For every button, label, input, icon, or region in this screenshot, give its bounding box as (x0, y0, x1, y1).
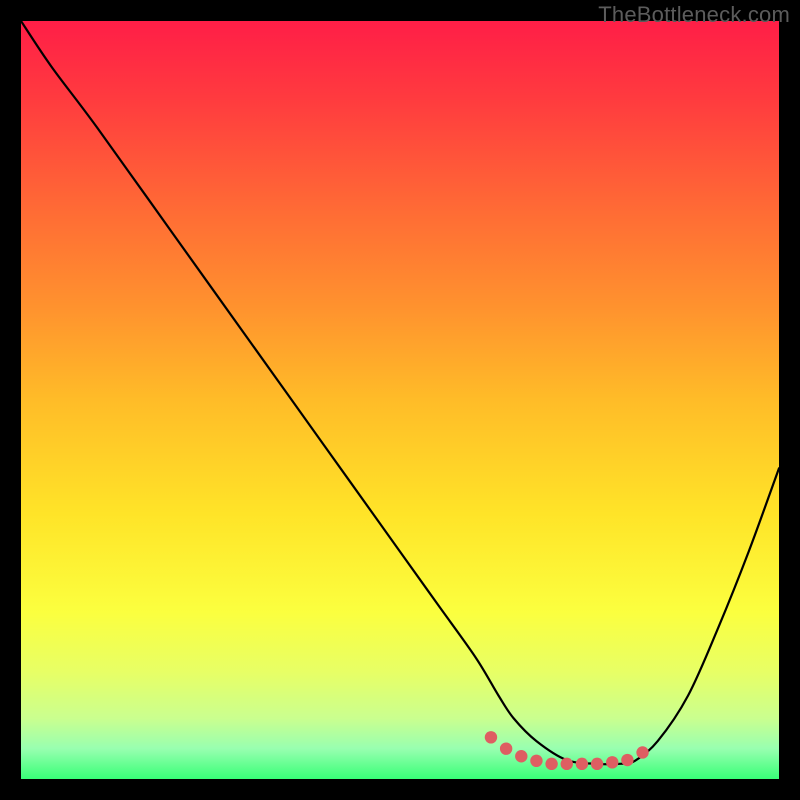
watermark-text: TheBottleneck.com (598, 2, 790, 28)
highlight-dot (621, 754, 633, 766)
highlight-dot (591, 758, 603, 770)
highlight-dot (606, 756, 618, 768)
highlight-dot (530, 755, 542, 767)
highlight-dot (485, 731, 497, 743)
highlight-dot (500, 742, 512, 754)
bottleneck-curve (21, 21, 779, 779)
highlight-dot (561, 758, 573, 770)
highlight-dot (515, 750, 527, 762)
highlight-dot (576, 758, 588, 770)
gradient-plot-area (21, 21, 779, 779)
highlight-dot (545, 758, 557, 770)
highlight-dots (21, 21, 779, 779)
highlight-dot (636, 746, 648, 758)
